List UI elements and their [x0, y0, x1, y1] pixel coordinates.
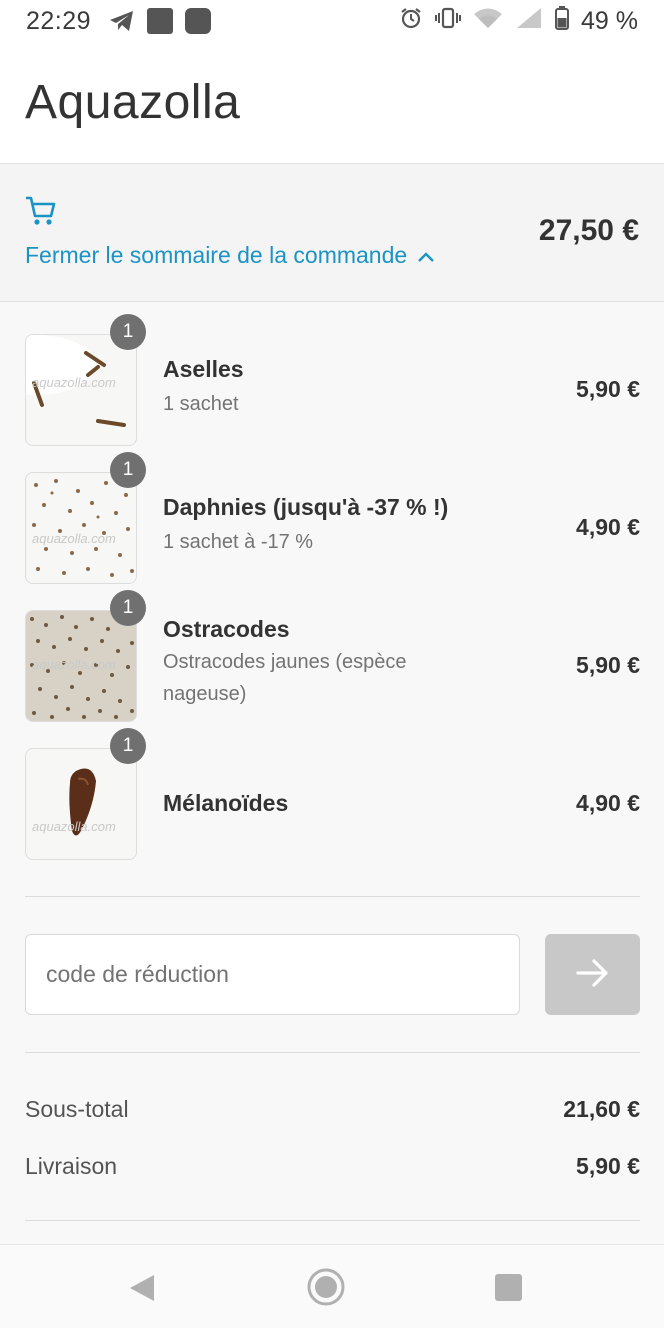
item-variant: 1 sachet à -17 % — [163, 531, 314, 553]
battery-icon — [555, 5, 570, 37]
quantity-badge: 1 — [110, 728, 146, 764]
product-image-melanoides: aquazolla.com — [25, 748, 137, 860]
battery-percent: 49 % — [581, 6, 638, 35]
order-item: aquazolla.com 1 Daphnies (jusqu'à -37 % … — [25, 440, 640, 584]
status-time: 22:29 — [26, 6, 92, 35]
image-watermark: aquazolla.com — [32, 657, 116, 672]
page-header: Aquazolla — [0, 42, 664, 164]
image-watermark: aquazolla.com — [32, 819, 116, 834]
toggle-summary-link[interactable]: Fermer le sommaire de la commande — [25, 242, 435, 269]
back-icon[interactable] — [128, 1273, 156, 1308]
status-bar: 22:29 49 % — [0, 0, 664, 42]
order-item: aquazolla.com 1 Aselles 1 sachet 5,90 € — [25, 302, 640, 446]
divider — [25, 896, 640, 897]
store-title[interactable]: Aquazolla — [25, 75, 240, 130]
item-name: Aselles — [163, 356, 244, 382]
quantity-badge: 1 — [110, 590, 146, 626]
item-price: 5,90 € — [576, 376, 640, 402]
shipping-label: Livraison — [25, 1153, 118, 1179]
item-variant: 1 sachet — [163, 393, 239, 415]
shipping-value: 5,90 € — [576, 1153, 640, 1179]
vibrate-icon — [435, 7, 462, 36]
item-price: 4,90 € — [576, 790, 640, 816]
order-summary-toggle[interactable]: Fermer le sommaire de la commande 27,50 … — [0, 164, 664, 302]
order-items-list: aquazolla.com 1 Aselles 1 sachet 5,90 € … — [25, 302, 640, 860]
divider — [25, 1220, 640, 1221]
subtotal-label: Sous-total — [25, 1096, 129, 1122]
product-image-ostracodes: aquazolla.com — [25, 610, 137, 722]
item-price: 5,90 € — [576, 652, 640, 678]
discount-code-input[interactable] — [25, 934, 520, 1015]
item-name: Daphnies (jusqu'à -37 % !) — [163, 494, 449, 520]
notification-rounded-icon — [185, 8, 212, 34]
quantity-badge: 1 — [110, 452, 146, 488]
order-total: 27,50 € — [538, 214, 639, 247]
system-navigation-bar — [0, 1244, 664, 1328]
arrow-right-icon — [575, 959, 610, 990]
image-watermark: aquazolla.com — [32, 375, 116, 390]
item-variant: Ostracodes jaunes (espèce nageuse) — [163, 651, 407, 705]
item-name: Ostracodes — [163, 616, 290, 642]
subtotal-value: 21,60 € — [563, 1096, 640, 1122]
apply-discount-button[interactable] — [545, 934, 640, 1015]
quantity-badge: 1 — [110, 314, 146, 350]
product-image-aselles: aquazolla.com — [25, 334, 137, 446]
cart-icon — [24, 194, 58, 228]
telegram-icon — [109, 9, 135, 33]
item-price: 4,90 € — [576, 514, 640, 540]
product-image-daphnies: aquazolla.com — [25, 472, 137, 584]
alarm-icon — [399, 6, 423, 37]
recent-apps-icon[interactable] — [495, 1274, 522, 1301]
notification-square-icon — [147, 8, 174, 34]
item-name: Mélanoïdes — [163, 790, 289, 816]
order-item: aquazolla.com 1 Mélanoïdes 4,90 € — [25, 716, 640, 860]
toggle-summary-label: Fermer le sommaire de la commande — [25, 242, 408, 268]
divider — [25, 1052, 640, 1053]
wifi-icon — [473, 7, 503, 36]
order-item: aquazolla.com 1 Ostracodes Ostracodes ja… — [25, 578, 640, 722]
image-watermark: aquazolla.com — [32, 531, 116, 546]
home-icon[interactable] — [306, 1267, 346, 1312]
chevron-up-icon — [417, 242, 435, 269]
signal-icon — [515, 7, 543, 36]
